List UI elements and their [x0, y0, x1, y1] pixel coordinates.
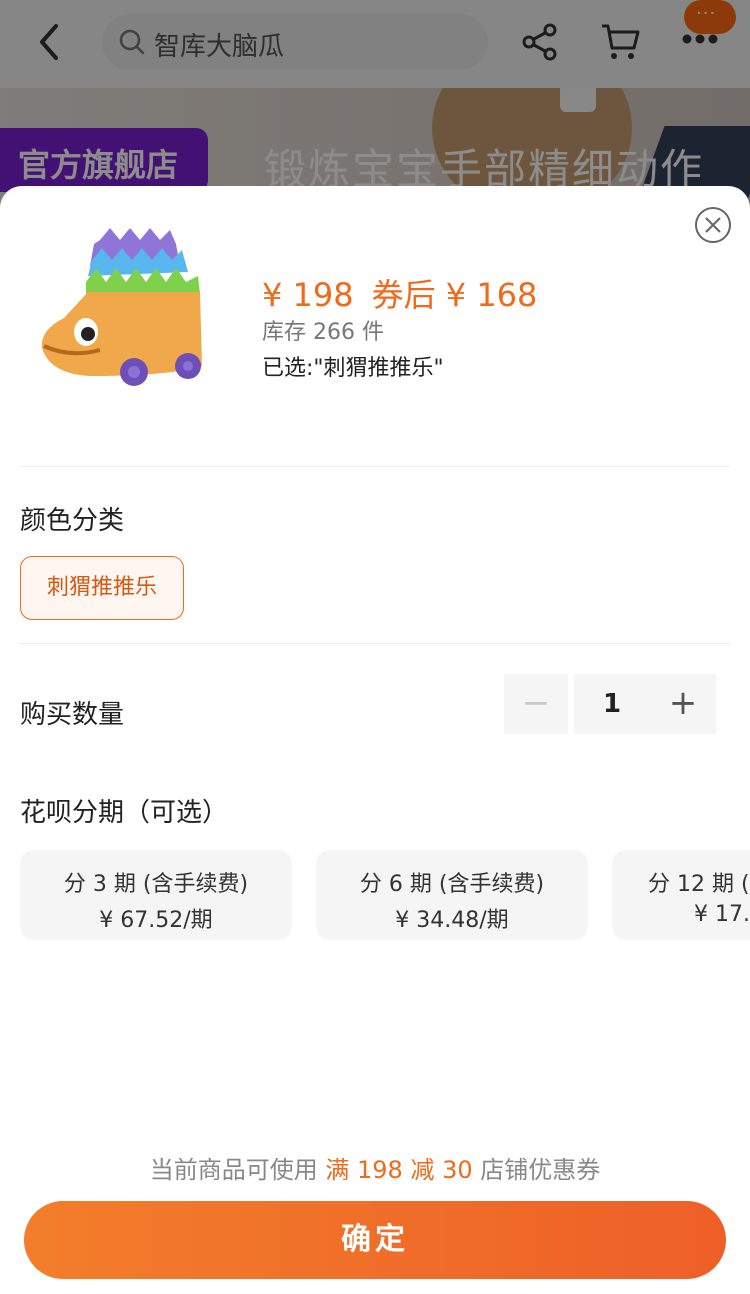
quantity-stepper: − 1 +	[504, 674, 716, 734]
confirm-button[interactable]: 确定	[24, 1201, 726, 1279]
installment-section-title: 花呗分期（可选）	[20, 798, 229, 828]
installment-term: 分 3 期 (含手续费)	[63, 872, 249, 897]
stock-count: 库存 266 件	[262, 320, 384, 345]
selected-variant: 已选:"刺猬推推乐"	[262, 356, 444, 381]
quantity-section-title: 购买数量	[20, 700, 125, 730]
coupon-highlight: 满 198 减 30	[325, 1156, 473, 1184]
increase-button[interactable]: +	[650, 674, 716, 734]
product-thumbnail[interactable]	[30, 226, 210, 396]
close-icon[interactable]	[694, 206, 732, 244]
coupon-suffix: 店铺优惠券	[480, 1156, 601, 1184]
divider	[20, 643, 730, 644]
decrease-button[interactable]: −	[504, 674, 568, 734]
installment-option-12[interactable]: 分 12 期 (含手续费) ¥ 17.7	[612, 850, 750, 940]
installment-term: 分 12 期 (含手续费)	[648, 872, 750, 897]
installment-option-3[interactable]: 分 3 期 (含手续费) ¥ 67.52/期	[20, 850, 292, 940]
divider	[20, 466, 730, 467]
installment-options: 分 3 期 (含手续费) ¥ 67.52/期 分 6 期 (含手续费) ¥ 34…	[20, 850, 750, 940]
coupon-info: 当前商品可使用 满 198 减 30 店铺优惠券	[0, 1150, 750, 1185]
price-value: ¥ 198	[262, 276, 354, 314]
installment-term: 分 6 期 (含手续费)	[359, 872, 545, 897]
quantity-value[interactable]: 1	[574, 674, 650, 734]
color-option-hedgehog[interactable]: 刺猬推推乐	[20, 556, 184, 620]
coupon-price: 券后 ¥ 168	[371, 276, 538, 314]
product-price: ¥ 198 券后 ¥ 168	[262, 270, 537, 316]
installment-amount: ¥ 17.7	[694, 902, 750, 927]
installment-amount: ¥ 34.48/期	[395, 908, 509, 933]
installment-option-6[interactable]: 分 6 期 (含手续费) ¥ 34.48/期	[316, 850, 588, 940]
color-section-title: 颜色分类	[20, 506, 125, 536]
installment-amount: ¥ 67.52/期	[99, 908, 213, 933]
coupon-prefix: 当前商品可使用	[149, 1156, 318, 1184]
